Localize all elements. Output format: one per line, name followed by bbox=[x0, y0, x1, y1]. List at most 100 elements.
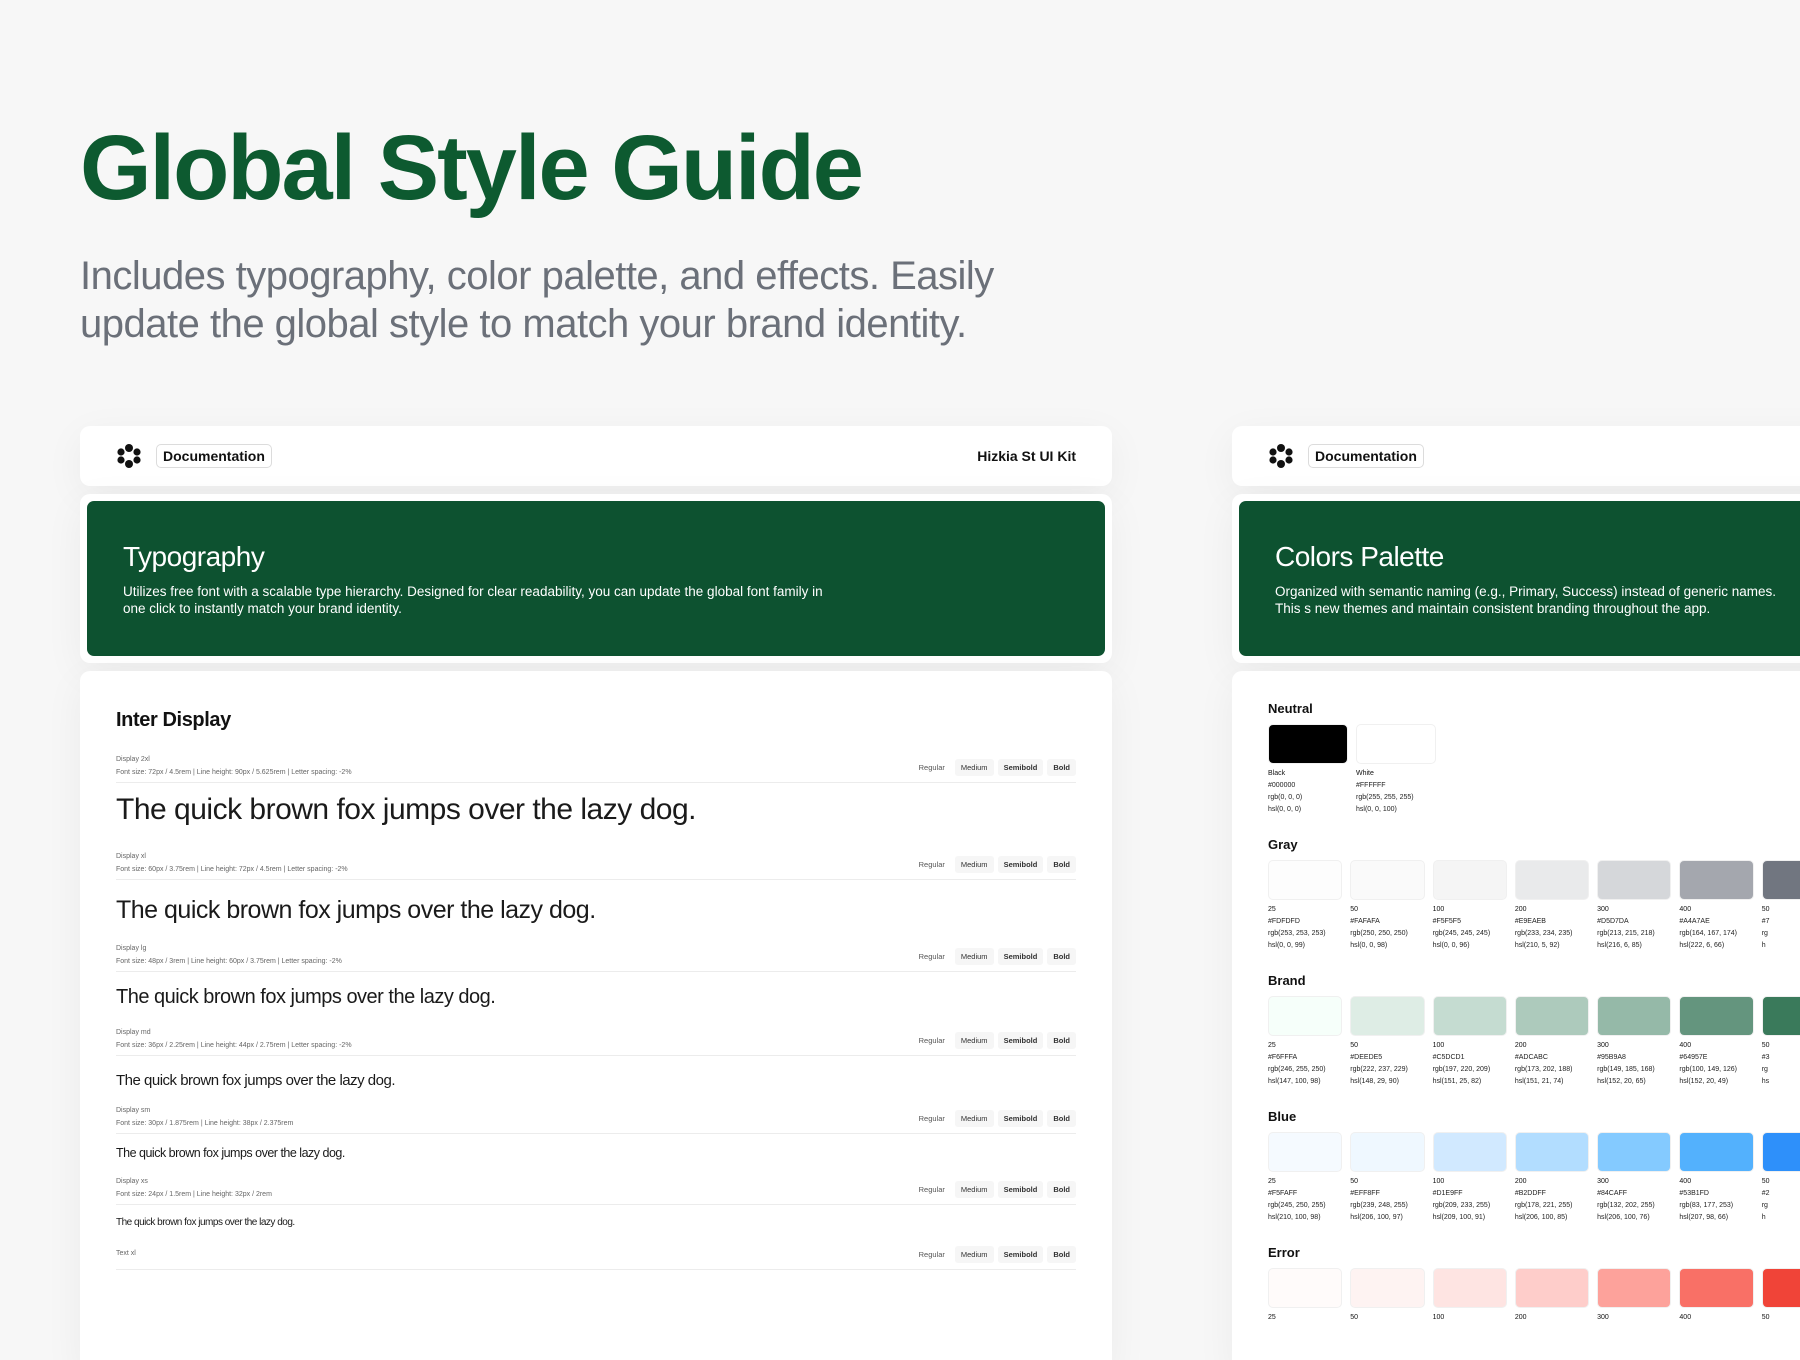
weight-chip-semibold[interactable]: Semibold bbox=[997, 856, 1044, 873]
color-swatch[interactable]: 400 #A4A7AE rgb(164, 167, 174) hsl(222, 6, … bbox=[1679, 860, 1754, 949]
banner-description: Organized with semantic naming (e.g., Pr… bbox=[1275, 584, 1776, 616]
color-swatch[interactable]: 50 #3 rg hs bbox=[1761, 996, 1800, 1085]
color-swatch[interactable]: 50 #DEEDE5 rgb(222, 237, 229) hsl(148, 29, … bbox=[1350, 996, 1425, 1085]
weight-chip-medium[interactable]: Medium bbox=[954, 1246, 994, 1263]
swatch-name: 25 bbox=[1268, 1314, 1276, 1321]
type-sample-text: The quick brown fox jumps over the lazy … bbox=[116, 793, 696, 826]
swatch-rgb: rgb(250, 250, 250) bbox=[1350, 930, 1408, 937]
type-sample-text: The quick brown fox jumps over the lazy … bbox=[116, 1072, 395, 1089]
swatch-color-chip bbox=[1350, 1268, 1425, 1308]
weight-chip-regular[interactable]: Regular bbox=[913, 856, 951, 873]
color-swatch[interactable]: 25 #F5FAFF rgb(245, 250, 255) hsl(210, 100,… bbox=[1268, 1132, 1343, 1221]
color-swatch[interactable]: 50 #EFF8FF rgb(239, 248, 255) hsl(206, 100,… bbox=[1350, 1132, 1425, 1221]
swatch-name: 200 bbox=[1514, 1042, 1527, 1049]
color-swatch[interactable]: 300 bbox=[1597, 1268, 1672, 1326]
weight-chip-medium[interactable]: Medium bbox=[954, 856, 994, 873]
color-swatch[interactable]: 400 #64957E rgb(100, 149, 126) hsl(152, 20,… bbox=[1679, 996, 1754, 1085]
color-swatch[interactable]: 50 bbox=[1761, 1268, 1800, 1326]
swatch-color-chip bbox=[1350, 1132, 1425, 1172]
color-swatch[interactable]: 100 #C5DCD1 rgb(197, 220, 209) hsl(151, 25,… bbox=[1432, 996, 1507, 1085]
swatch-hex: #FDFDFD bbox=[1268, 918, 1300, 925]
weight-chip-semibold[interactable]: Semibold bbox=[997, 759, 1044, 776]
swatch-hsl: hsl(216, 6, 85) bbox=[1597, 942, 1642, 949]
weight-chip-regular[interactable]: Regular bbox=[913, 1032, 951, 1049]
swatch-hex: #B2DDFF bbox=[1514, 1190, 1546, 1197]
color-swatch[interactable]: 200 #E9EAEB rgb(233, 234, 235) hsl(210, 5, … bbox=[1514, 860, 1590, 949]
swatch-name: 400 bbox=[1679, 1314, 1692, 1321]
swatch-name: 400 bbox=[1679, 1042, 1692, 1049]
color-swatch[interactable]: 25 bbox=[1268, 1268, 1343, 1326]
swatch-name: 50 bbox=[1761, 1314, 1770, 1321]
color-swatch[interactable]: 300 #D5D7DA rgb(213, 215, 218) hsl(216, 6, … bbox=[1597, 860, 1672, 949]
color-swatch[interactable]: 200 #ADCABC rgb(173, 202, 188) hsl(151, 21,… bbox=[1514, 996, 1590, 1085]
weight-chip-medium[interactable]: Medium bbox=[954, 948, 994, 965]
swatch-name: White bbox=[1356, 770, 1374, 777]
color-swatch[interactable]: 400 #53B1FD rgb(83, 177, 253) hsl(207, 98, … bbox=[1679, 1132, 1754, 1221]
weight-chip-semibold[interactable]: Semibold bbox=[997, 1110, 1044, 1127]
weight-chip-regular[interactable]: Regular bbox=[913, 1246, 951, 1263]
type-sample-text: The quick brown fox jumps over the lazy … bbox=[116, 986, 496, 1008]
color-swatch[interactable]: 300 #95B9A8 rgb(149, 185, 168) hsl(152, 20,… bbox=[1597, 996, 1672, 1085]
swatch-rgb: rgb(149, 185, 168) bbox=[1597, 1066, 1655, 1073]
type-meta-text: Display md Font size: 36px / 2.25rem | Li… bbox=[116, 1029, 913, 1049]
color-swatch[interactable]: 200 bbox=[1514, 1268, 1590, 1326]
color-swatch[interactable]: 50 #7 rg h bbox=[1761, 860, 1800, 949]
swatch-rgb: rg bbox=[1761, 930, 1768, 937]
swatch-name: 25 bbox=[1268, 1178, 1276, 1185]
color-swatch[interactable]: 50 #2 rg h bbox=[1761, 1132, 1800, 1221]
color-swatch[interactable]: 300 #84CAFF rgb(132, 202, 255) hsl(206, 100… bbox=[1597, 1132, 1672, 1221]
typography-content: Inter Display Display 2xl Font size: 72px… bbox=[80, 671, 1112, 1360]
weight-chip-semibold[interactable]: Semibold bbox=[997, 1181, 1044, 1198]
swatch-row: 25 #FDFDFD rgb(253, 253, 253) hsl(0, 0, 99)… bbox=[1268, 860, 1800, 949]
weight-chip-semibold[interactable]: Semibold bbox=[997, 948, 1044, 965]
weight-chip-bold[interactable]: Bold bbox=[1047, 759, 1076, 776]
weight-chip-regular[interactable]: Regular bbox=[913, 1181, 951, 1198]
swatch-rgb: rgb(213, 215, 218) bbox=[1597, 930, 1655, 937]
weight-chip-regular[interactable]: Regular bbox=[913, 948, 951, 965]
weight-chip-bold[interactable]: Bold bbox=[1047, 1110, 1076, 1127]
weight-chip-bold[interactable]: Bold bbox=[1047, 856, 1076, 873]
type-style-name: Display md bbox=[116, 1029, 151, 1036]
color-group-title: Brand bbox=[1268, 973, 1306, 988]
swatch-hsl: h bbox=[1761, 1214, 1766, 1221]
weight-chip-bold[interactable]: Bold bbox=[1047, 948, 1076, 965]
type-style-spec: Font size: 48px / 3rem | Line height: 60… bbox=[116, 958, 342, 965]
color-swatch[interactable]: 25 #FDFDFD rgb(253, 253, 253) hsl(0, 0, 99) bbox=[1268, 860, 1343, 949]
color-swatch[interactable]: White #FFFFFF rgb(255, 255, 255) hsl(0, 0, … bbox=[1356, 724, 1436, 813]
weight-chip-medium[interactable]: Medium bbox=[954, 1032, 994, 1049]
swatch-color-chip bbox=[1597, 1268, 1672, 1308]
swatch-hsl: hsl(152, 20, 49) bbox=[1679, 1078, 1729, 1085]
weight-chip-bold[interactable]: Bold bbox=[1047, 1181, 1076, 1198]
type-scale-row: Text xl Regular Medium Semibold Bold bbox=[116, 1246, 1076, 1270]
weight-chip-regular[interactable]: Regular bbox=[913, 759, 951, 776]
documentation-button[interactable]: Documentation bbox=[1308, 444, 1424, 468]
weight-chip-semibold[interactable]: Semibold bbox=[997, 1246, 1044, 1263]
color-swatch[interactable]: Black #000000 rgb(0, 0, 0) hsl(0, 0, 0) bbox=[1268, 724, 1348, 813]
color-swatch[interactable]: 50 #FAFAFA rgb(250, 250, 250) hsl(0, 0, 98) bbox=[1350, 860, 1425, 949]
weight-chip-bold[interactable]: Bold bbox=[1047, 1246, 1076, 1263]
weight-chip-medium[interactable]: Medium bbox=[954, 1181, 994, 1198]
swatch-hsl: hsl(0, 0, 98) bbox=[1350, 942, 1388, 949]
weight-chip-semibold[interactable]: Semibold bbox=[997, 1032, 1044, 1049]
swatch-name: 200 bbox=[1514, 906, 1527, 913]
panel-topbar: Documentation bbox=[1232, 426, 1800, 486]
color-swatch[interactable]: 100 bbox=[1432, 1268, 1507, 1326]
swatch-rgb: rgb(239, 248, 255) bbox=[1350, 1202, 1408, 1209]
weight-chip-regular[interactable]: Regular bbox=[913, 1110, 951, 1127]
color-swatch[interactable]: 200 #B2DDFF rgb(178, 221, 255) hsl(206, 100… bbox=[1514, 1132, 1590, 1221]
color-swatch[interactable]: 400 bbox=[1679, 1268, 1754, 1326]
swatch-rgb: rg bbox=[1761, 1066, 1768, 1073]
weight-chip-medium[interactable]: Medium bbox=[954, 1110, 994, 1127]
color-swatch[interactable]: 100 #F5F5F5 rgb(245, 245, 245) hsl(0, 0, 96… bbox=[1432, 860, 1507, 949]
weight-chips: Regular Medium Semibold Bold bbox=[913, 1181, 1076, 1198]
swatch-name: 300 bbox=[1597, 1314, 1609, 1321]
color-swatch[interactable]: 50 bbox=[1350, 1268, 1425, 1326]
type-style-name: Display lg bbox=[116, 945, 147, 952]
swatch-hsl: hsl(0, 0, 100) bbox=[1356, 806, 1397, 813]
kit-name: Hizkia St UI Kit bbox=[977, 448, 1076, 464]
weight-chip-bold[interactable]: Bold bbox=[1047, 1032, 1076, 1049]
color-swatch[interactable]: 100 #D1E9FF rgb(209, 233, 255) hsl(209, 100… bbox=[1432, 1132, 1507, 1221]
color-swatch[interactable]: 25 #F6FFFA rgb(246, 255, 250) hsl(147, 100,… bbox=[1268, 996, 1343, 1085]
documentation-button[interactable]: Documentation bbox=[156, 444, 272, 468]
weight-chip-medium[interactable]: Medium bbox=[954, 759, 994, 776]
